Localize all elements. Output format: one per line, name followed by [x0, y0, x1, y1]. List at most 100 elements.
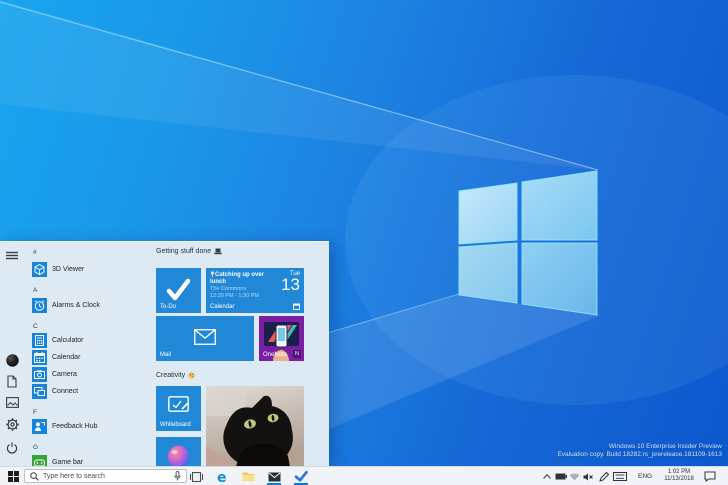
user-account-button[interactable] [6, 354, 19, 367]
calendar-icon [32, 350, 47, 365]
keyboard-icon [613, 472, 627, 481]
task-view-icon [190, 471, 203, 482]
power-button[interactable] [6, 442, 19, 455]
gear-icon [6, 418, 19, 431]
user-avatar [6, 354, 19, 367]
taskbar-search-input[interactable]: Type here to search [24, 469, 187, 483]
windows-ink-button[interactable] [597, 470, 610, 483]
start-menu: # 3D Viewer A Alarms & Clock C Calculato… [0, 241, 329, 466]
clock-time: 1:02 PM [667, 469, 691, 475]
tray-overflow-button[interactable] [540, 470, 553, 483]
tile-photos-cat[interactable] [206, 386, 304, 466]
tile-paint-3d[interactable] [156, 437, 201, 466]
tile-calendar[interactable]: Catching up over lunch The Commons 12:30… [206, 268, 304, 313]
expand-menu-button[interactable] [6, 251, 18, 260]
app-item-game-bar[interactable]: Game bar [32, 455, 83, 466]
tile-group-header-getting-stuff-done[interactable]: Getting stuff done [156, 248, 222, 255]
tile-label: Mail [160, 352, 172, 358]
clock-date: 11/13/2018 [664, 476, 694, 482]
mail-taskbar-icon [268, 472, 281, 482]
app-item-calculator[interactable]: Calculator [32, 333, 84, 348]
search-placeholder: Type here to search [43, 472, 105, 480]
applist-header[interactable]: # [33, 249, 37, 256]
pictures-button[interactable] [6, 397, 19, 410]
tile-onenote[interactable]: OneNote N [259, 316, 304, 361]
applist-header[interactable]: C [33, 323, 38, 330]
search-icon [30, 471, 39, 481]
todo-check-icon [156, 268, 201, 308]
app-item-calendar[interactable]: Calendar [32, 350, 80, 365]
todo-taskbar-icon [294, 471, 308, 482]
volume-status-button[interactable] [582, 470, 595, 483]
watermark-line1: Windows 10 Enterprise Insider Preview [608, 443, 722, 450]
app-label: Calendar [52, 354, 81, 361]
connect-icon [32, 384, 47, 399]
group-title: Creativity [156, 372, 186, 379]
calendar-event-title: Catching up over lunch [210, 271, 265, 285]
pen-icon [598, 471, 609, 482]
network-status-button[interactable] [568, 470, 581, 483]
onenote-badge-icon: N [293, 350, 301, 358]
app-item-camera[interactable]: Camera [32, 367, 77, 382]
tile-label: To-Do [160, 304, 177, 310]
power-icon [6, 442, 19, 454]
app-item-connect[interactable]: Connect [32, 384, 78, 399]
edge-icon: e [216, 470, 230, 484]
app-label: Feedback Hub [52, 423, 98, 430]
touch-keyboard-button[interactable] [612, 470, 628, 483]
tile-label: Whiteboard [160, 422, 191, 428]
task-view-button[interactable] [190, 470, 203, 483]
whiteboard-icon [168, 396, 189, 414]
file-explorer-button[interactable] [242, 470, 255, 483]
app-label: Alarms & Clock [52, 302, 100, 309]
desktop: Windows 10 Enterprise Insider Preview Ev… [0, 0, 728, 485]
applist-header[interactable]: A [33, 287, 37, 294]
applist-header[interactable]: G [33, 444, 38, 451]
speaker-muted-icon [583, 473, 594, 481]
cat-photo [206, 386, 304, 466]
3d-viewer-icon [32, 262, 47, 277]
windows-logo-icon [8, 471, 19, 482]
language-indicator[interactable]: ENG [638, 473, 652, 480]
app-item-alarms-clock[interactable]: Alarms & Clock [32, 298, 100, 313]
action-center-button[interactable] [703, 470, 716, 483]
alarms-clock-icon [32, 298, 47, 313]
applist-header[interactable]: F [33, 409, 37, 416]
pictures-icon [6, 397, 19, 408]
app-label: Calculator [52, 337, 84, 344]
mail-envelope-icon [194, 329, 216, 345]
tile-mail[interactable]: Mail [156, 316, 254, 361]
camera-icon [32, 367, 47, 382]
paint-3d-icon [167, 445, 190, 466]
tile-label: Calendar [210, 304, 235, 310]
taskbar-clock[interactable]: 1:02 PM 11/13/2018 [663, 469, 695, 483]
todo-app-button[interactable] [294, 470, 308, 483]
microphone-icon[interactable] [174, 471, 181, 481]
battery-status-button[interactable] [554, 470, 567, 483]
laptop-emoji [214, 248, 222, 255]
app-label: 3D Viewer [52, 266, 85, 273]
eval-watermark: Windows 10 Enterprise Insider Preview Ev… [557, 443, 722, 459]
document-icon [6, 375, 19, 388]
hamburger-icon [6, 251, 18, 260]
taskbar: Type here to search e ENG 1:02 PM 11/13/… [0, 466, 728, 485]
calendar-event-time: 12:30 PM - 1:30 PM [210, 293, 259, 299]
mail-app-button[interactable] [268, 470, 281, 483]
app-item-feedback-hub[interactable]: Feedback Hub [32, 419, 98, 434]
group-title: Getting stuff done [156, 248, 212, 255]
tile-whiteboard[interactable]: Whiteboard [156, 386, 201, 431]
app-label: Game bar [52, 459, 84, 466]
chevron-up-icon [542, 474, 551, 479]
battery-icon [555, 473, 567, 480]
tile-todo[interactable]: To-Do [156, 268, 201, 313]
app-item-3d-viewer[interactable]: 3D Viewer [32, 262, 84, 277]
calendar-event-location: The Commons [210, 286, 247, 292]
start-button[interactable] [7, 470, 20, 483]
edge-browser-button[interactable]: e [216, 470, 230, 484]
game-bar-icon [32, 455, 47, 466]
watermark-line2: Evaluation copy. Build 18282.rs_prerelea… [557, 451, 722, 458]
app-label: Connect [52, 388, 79, 395]
documents-button[interactable] [6, 375, 19, 388]
settings-button[interactable] [6, 418, 19, 431]
tile-group-header-creativity[interactable]: Creativity [156, 372, 195, 379]
